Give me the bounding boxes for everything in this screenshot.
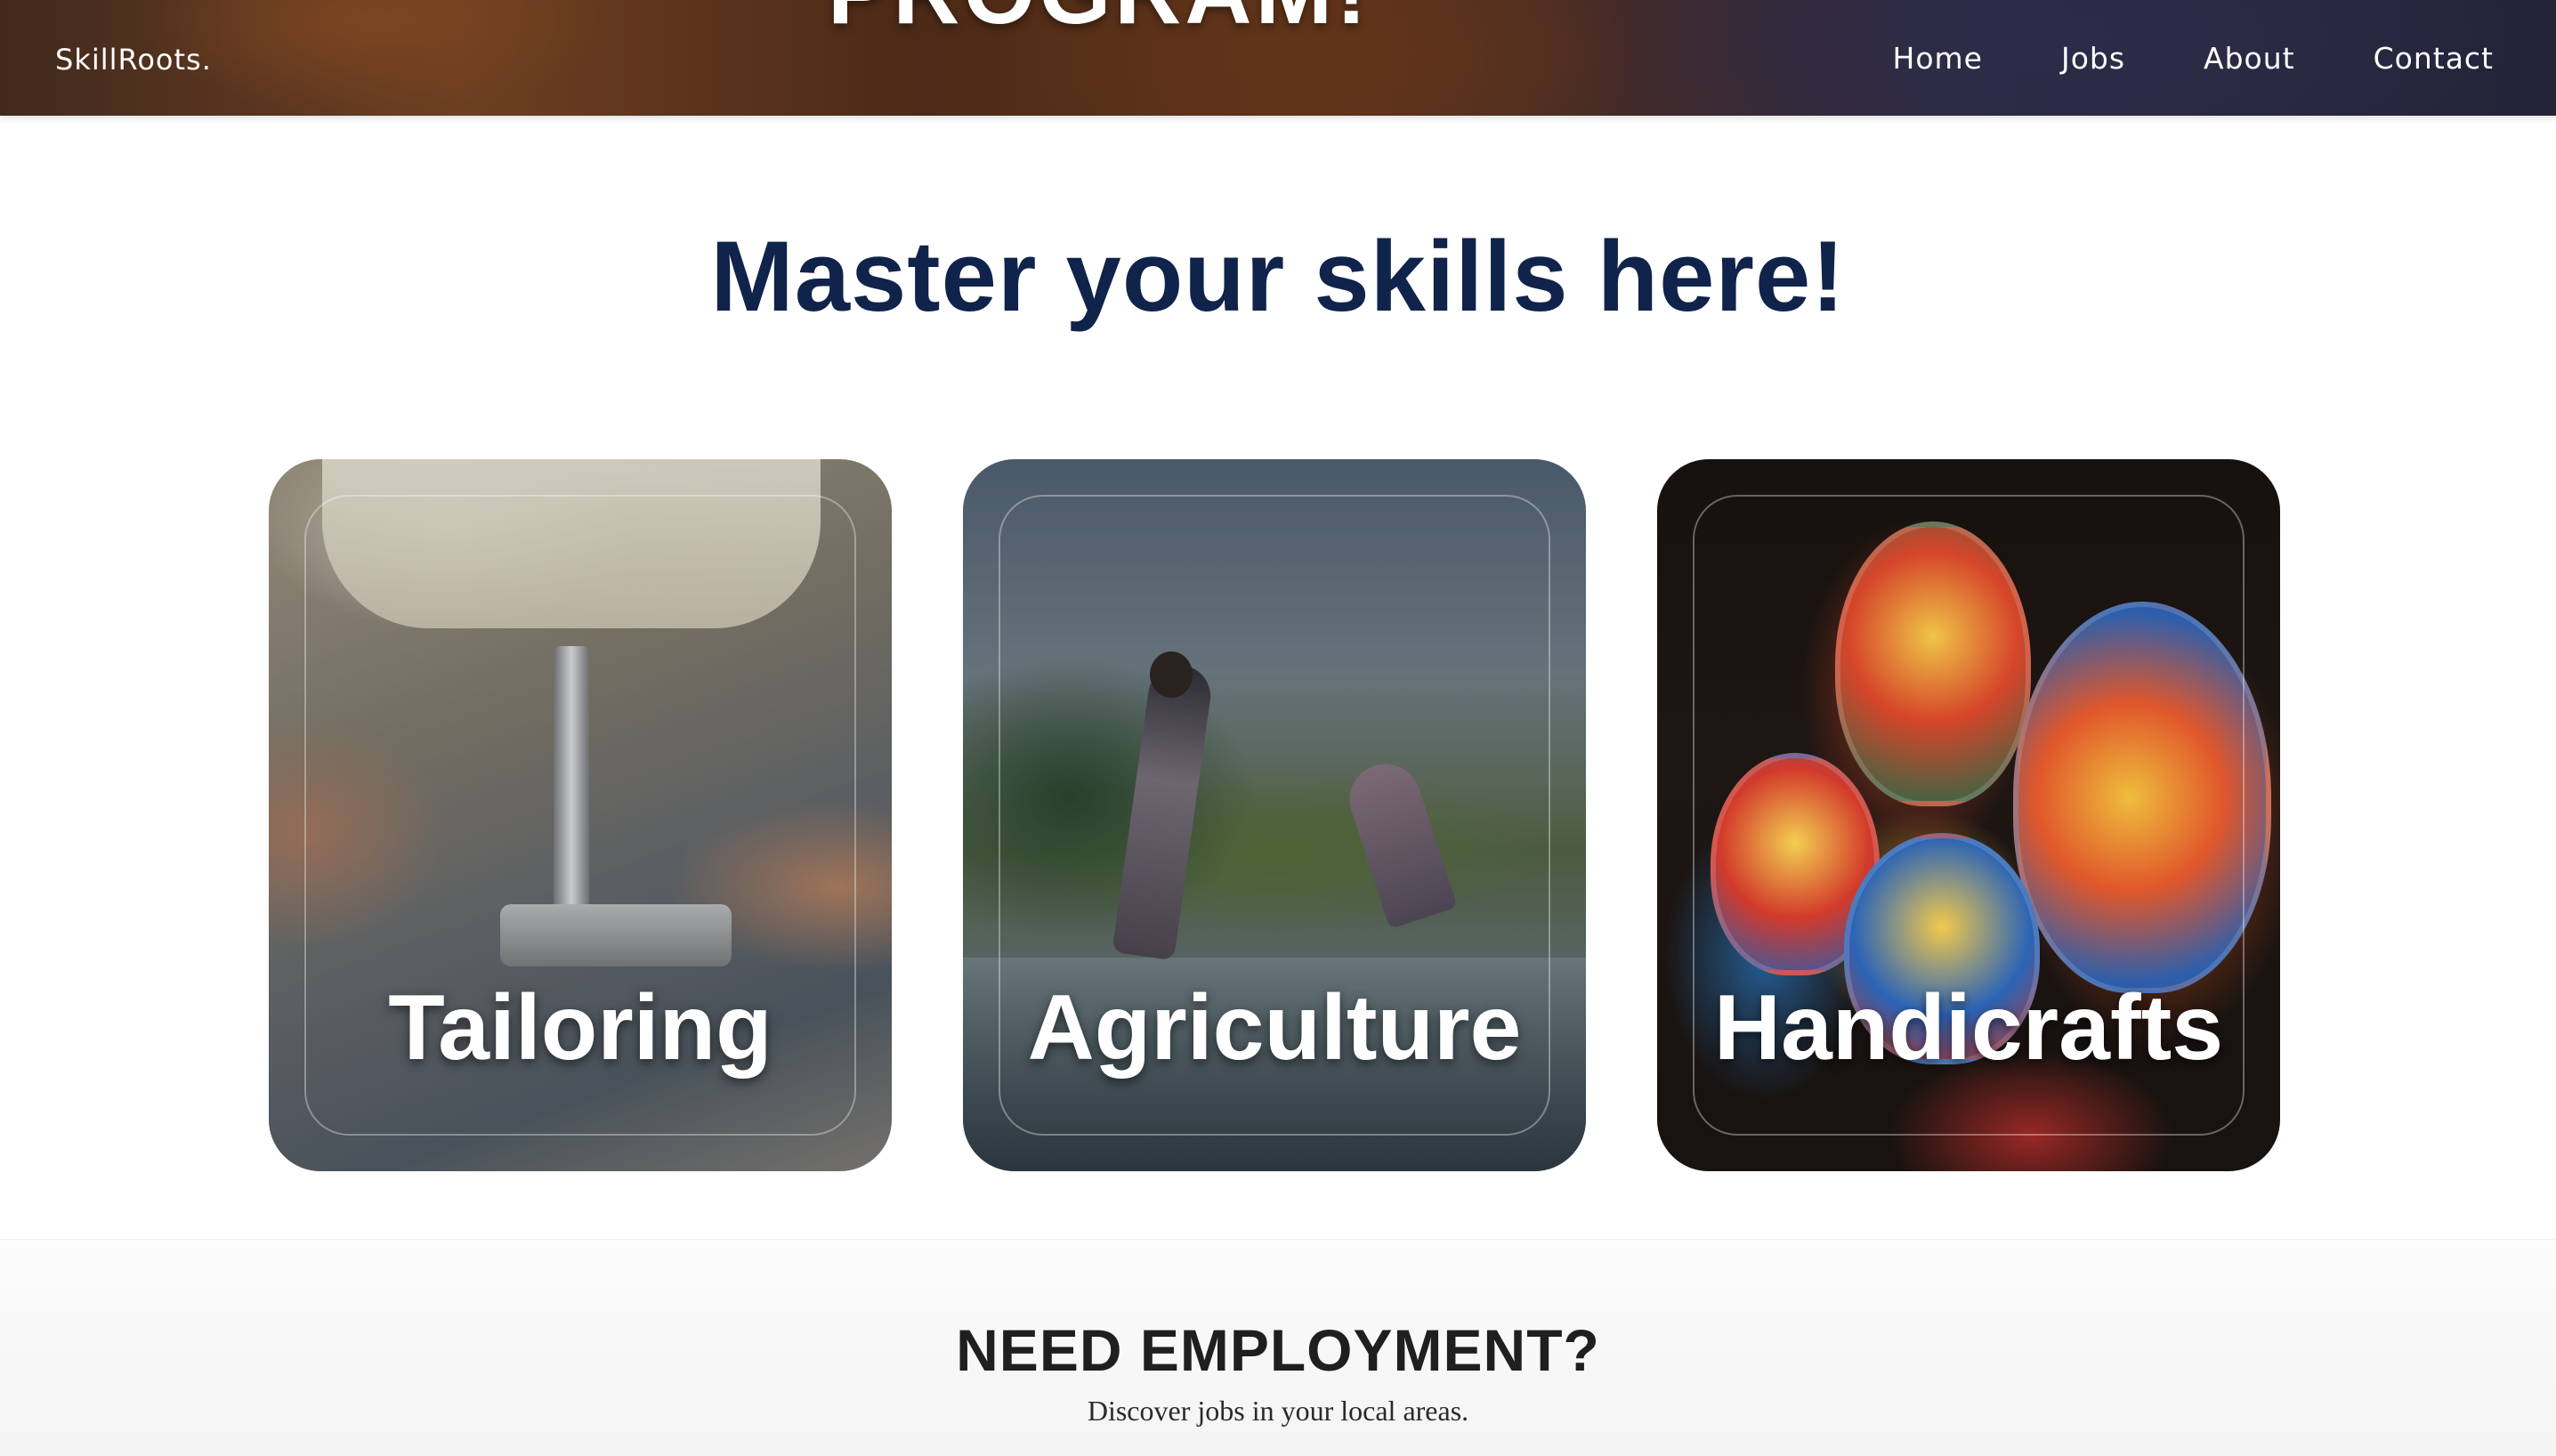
skill-card-tailoring[interactable]: Tailoring [269,459,892,1171]
skills-heading: Master your skills here! [710,221,1846,332]
nav-link-home[interactable]: Home [1893,41,1983,76]
employment-section: NEED EMPLOYMENT? Discover jobs in your l… [0,1239,2556,1456]
skill-card-handicrafts[interactable]: Handicrafts [1657,459,2280,1171]
nav-link-jobs[interactable]: Jobs [2061,41,2125,76]
employment-heading: NEED EMPLOYMENT? [956,1317,1600,1383]
nav-link-about[interactable]: About [2204,41,2295,76]
skill-card-label: Tailoring [388,976,772,1080]
nav-links: Home Jobs About Contact [1893,41,2494,76]
navbar: PROGRAM! SkillRoots. Home Jobs About Con… [0,0,2556,116]
employment-subtitle: Discover jobs in your local areas. [1087,1395,1469,1427]
skill-cards: Tailoring Agriculture Handicrafts [269,459,2280,1171]
skill-card-agriculture[interactable]: Agriculture [963,459,1586,1171]
skill-card-label: Agriculture [1027,976,1522,1080]
hero-title: PROGRAM! [828,0,1371,45]
brand-logo[interactable]: SkillRoots. [55,43,212,77]
skill-card-label: Handicrafts [1713,976,2224,1080]
nav-link-contact[interactable]: Contact [2374,41,2494,76]
